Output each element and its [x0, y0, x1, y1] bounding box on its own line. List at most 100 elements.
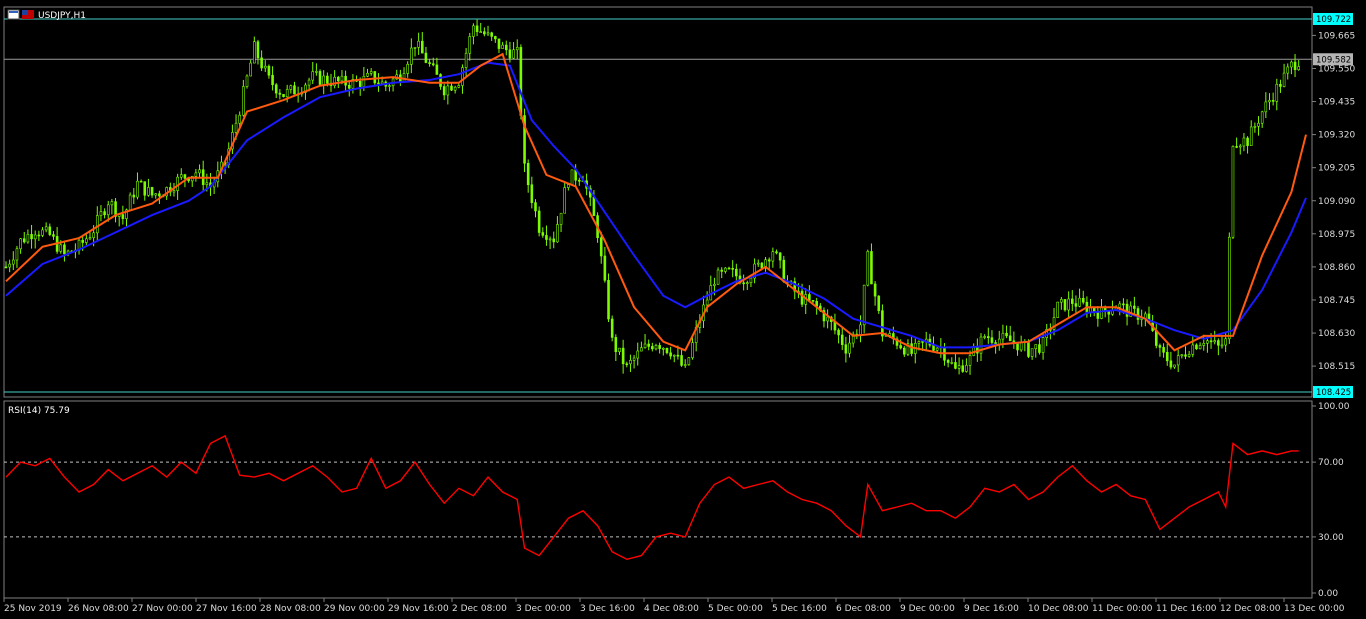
candle-body	[771, 251, 775, 262]
candle-body	[658, 345, 661, 349]
time-axis-label: 11 Dec 16:00	[1156, 604, 1217, 614]
candle-body	[1271, 100, 1275, 102]
candle-body	[1228, 236, 1231, 340]
time-axis-label: 5 Dec 16:00	[772, 604, 827, 614]
candle-body	[377, 82, 380, 85]
candle-body	[1158, 345, 1162, 348]
candle-body	[1238, 145, 1242, 148]
candle-body	[26, 234, 30, 243]
candle-body	[625, 363, 629, 366]
candle-body	[647, 343, 650, 347]
candle-body	[1173, 364, 1176, 368]
time-axis: 25 Nov 2019 26 Nov 08:00 27 Nov 00:00 27 No…	[3, 598, 1345, 614]
candle-body	[862, 284, 866, 326]
chart-window[interactable]: 109.665 109.550 109.435 109.320 109.205 109.0…	[0, 0, 1366, 619]
candle-body	[358, 80, 362, 87]
candle-body	[888, 333, 892, 336]
candle-body	[778, 252, 782, 261]
candle-body	[519, 47, 523, 116]
candle-body	[808, 294, 811, 301]
candle-body	[95, 215, 99, 234]
candle-body	[756, 262, 760, 265]
candle-body	[950, 362, 954, 364]
candle-body	[618, 347, 621, 353]
rsi-series	[4, 434, 1312, 561]
candle-body	[687, 357, 691, 365]
candle-body	[132, 194, 136, 198]
candle-body	[800, 290, 804, 305]
candle-body	[154, 193, 158, 196]
candle-body	[293, 85, 296, 95]
candle-body	[705, 299, 709, 306]
candle-body	[249, 62, 252, 77]
high-line-tag: 109.722	[1316, 15, 1351, 25]
candle-body	[52, 234, 55, 237]
candle-body	[37, 234, 41, 237]
candle-body	[1209, 340, 1213, 343]
candle-body	[1176, 355, 1180, 366]
candle-body	[567, 184, 570, 188]
candle-body	[420, 40, 424, 54]
candle-body	[150, 187, 154, 196]
candle-body	[402, 73, 406, 82]
candle-body	[1122, 303, 1125, 306]
candle-body	[541, 232, 545, 236]
time-axis-label: 27 Nov 00:00	[132, 604, 193, 614]
candle-body	[143, 181, 147, 196]
candle-body	[417, 40, 420, 48]
candle-body	[494, 36, 497, 40]
candle-body	[431, 63, 435, 66]
candle-body	[530, 184, 534, 203]
rsi-panel-frame	[3, 400, 1313, 599]
candle-body	[1235, 146, 1238, 148]
price-axis-label: 109.665	[1318, 31, 1355, 41]
candle-body	[442, 86, 446, 96]
candle-body	[450, 85, 453, 91]
candle-body	[12, 259, 15, 265]
candle-body	[610, 318, 614, 338]
candle-body	[749, 277, 753, 283]
candle-body	[139, 180, 143, 183]
candle-body	[1249, 126, 1253, 146]
candle-body	[599, 237, 603, 257]
candle-body	[1260, 111, 1264, 124]
candle-body	[662, 347, 665, 350]
candle-body	[238, 114, 242, 124]
candle-body	[1078, 297, 1081, 307]
candle-body	[866, 251, 870, 286]
candle-body	[713, 283, 716, 286]
candle-body	[720, 269, 724, 272]
candle-body	[1217, 340, 1220, 346]
candle-body	[1081, 297, 1085, 303]
candle-body	[121, 214, 125, 219]
candle-body	[44, 226, 48, 231]
axis-labels: 109.665 109.550 109.435 109.320 109.205 109.0…	[1312, 13, 1355, 599]
current-price-tag: 109.582	[1316, 55, 1351, 65]
candle-body	[676, 354, 680, 357]
candle-body	[1169, 360, 1173, 368]
candle-body	[1187, 354, 1191, 357]
candle-body	[917, 341, 921, 344]
fast-moving-average	[5, 52, 1307, 355]
candle-body	[461, 67, 464, 86]
candle-body	[1202, 343, 1206, 346]
chart-canvas[interactable]: 109.665 109.550 109.435 109.320 109.205 109.0…	[0, 0, 1366, 619]
candle-body	[1297, 66, 1300, 70]
candle-body	[1195, 344, 1198, 350]
candle-body	[380, 81, 384, 84]
candle-body	[578, 179, 581, 182]
price-axis-label: 109.320	[1318, 131, 1355, 141]
candle-body	[844, 344, 848, 354]
candle-body	[285, 89, 289, 98]
candle-body	[745, 282, 749, 284]
candle-body	[318, 71, 322, 85]
flag-icon-canton	[22, 10, 28, 15]
time-axis-label: 13 Dec 00:00	[1284, 604, 1345, 614]
candle-body	[672, 354, 676, 357]
candle-body	[194, 172, 198, 177]
candle-body	[424, 52, 428, 63]
candle-body	[1286, 66, 1290, 74]
candle-body	[903, 347, 906, 355]
candle-body	[724, 267, 727, 272]
candle-body	[534, 202, 537, 212]
